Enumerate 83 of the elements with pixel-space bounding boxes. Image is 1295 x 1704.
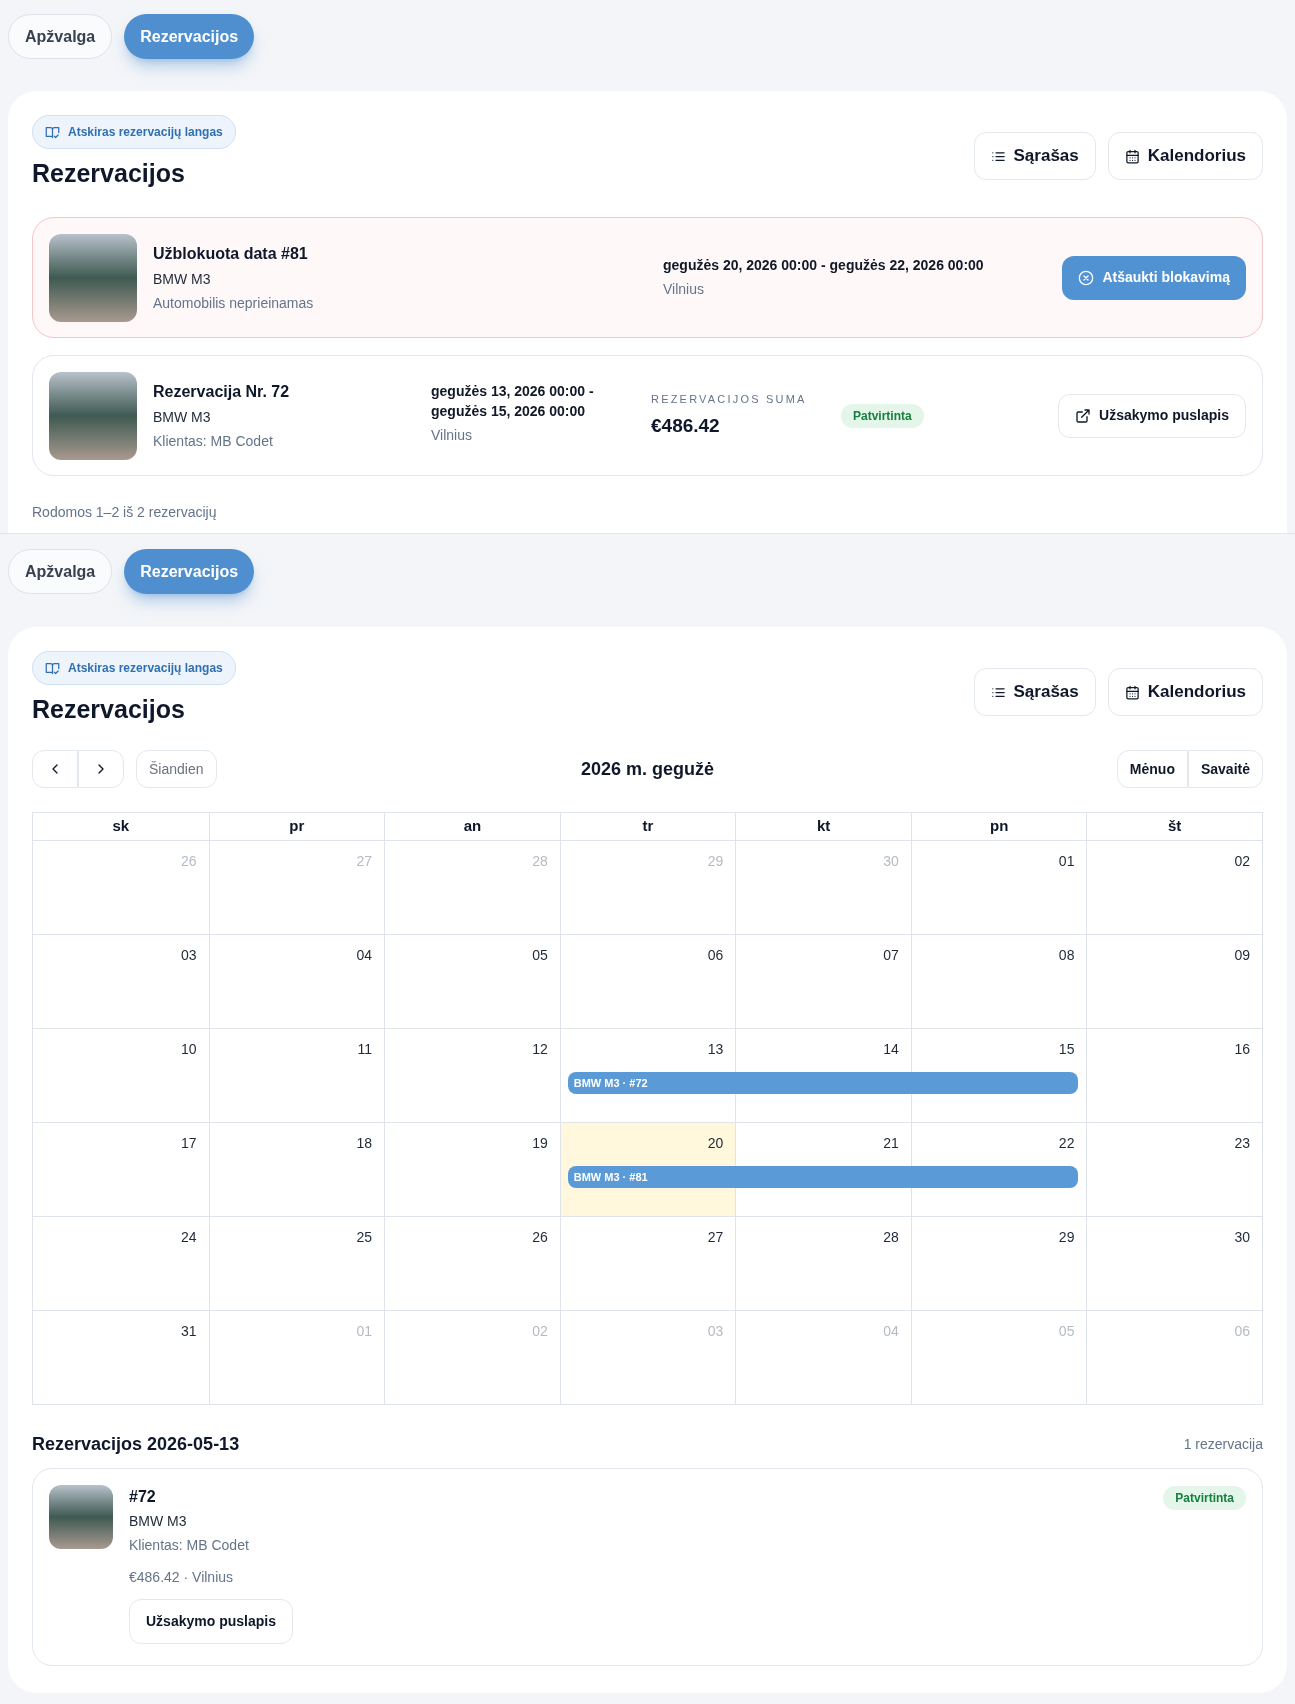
view-button[interactable]: Sąrašas bbox=[973, 132, 1096, 180]
day-number[interactable]: 13 bbox=[707, 1041, 724, 1057]
section-heading: Rezervacijos 2026-05-13 bbox=[32, 1433, 240, 1456]
client-name: Klientas: MB Codet bbox=[129, 1536, 250, 1555]
weekday-header: št bbox=[1086, 813, 1262, 840]
book-check-icon bbox=[45, 660, 60, 676]
view-button[interactable]: Sąrašas bbox=[973, 668, 1096, 716]
reservation-note: Klientas: MB Codet bbox=[153, 431, 274, 451]
view-mode-button[interactable]: Savaitė bbox=[1187, 750, 1263, 788]
amount: €486.42 bbox=[651, 413, 721, 438]
day-number[interactable]: 09 bbox=[1234, 947, 1250, 963]
location: Vilnius bbox=[431, 426, 473, 445]
tab[interactable]: Apžvalga bbox=[8, 14, 113, 59]
price-location: €486.42 · Vilnius bbox=[129, 1568, 235, 1587]
day-number[interactable]: 23 bbox=[1234, 1135, 1250, 1151]
results-count: Rodomos 1–2 iš 2 rezervacijų bbox=[32, 503, 218, 522]
day-number[interactable]: 24 bbox=[181, 1229, 197, 1245]
day-number[interactable]: 14 bbox=[883, 1041, 899, 1057]
close-circle-icon bbox=[1078, 269, 1095, 286]
day-number[interactable]: 22 bbox=[1058, 1135, 1075, 1151]
book-check-icon bbox=[45, 124, 60, 140]
day-number[interactable]: 15 bbox=[1058, 1041, 1075, 1057]
day-number[interactable]: 02 bbox=[1234, 853, 1250, 869]
view-mode-button[interactable]: Mėnuo bbox=[1116, 750, 1188, 788]
day-number[interactable]: 19 bbox=[532, 1135, 548, 1151]
day-number[interactable]: 17 bbox=[181, 1135, 197, 1151]
day-number[interactable]: 07 bbox=[883, 947, 899, 963]
car-name: BMW M3 bbox=[129, 1512, 188, 1531]
day-number[interactable]: 01 bbox=[1058, 853, 1075, 869]
day-number[interactable]: 29 bbox=[1058, 1229, 1075, 1245]
day-number[interactable]: 11 bbox=[357, 1041, 373, 1057]
reservation-title: Užblokuota data #81 bbox=[153, 243, 309, 264]
car-name: BMW M3 bbox=[153, 269, 212, 289]
day-number[interactable]: 18 bbox=[356, 1135, 373, 1151]
action-button[interactable]: Užsakymo puslapis bbox=[1058, 393, 1246, 438]
day-number[interactable]: 27 bbox=[707, 1229, 724, 1245]
day-number[interactable]: 26 bbox=[532, 1229, 548, 1245]
external-link-icon bbox=[1075, 407, 1092, 424]
page-title: Rezervacijos bbox=[32, 158, 186, 189]
tab[interactable]: Apžvalga bbox=[8, 549, 113, 594]
calendar-icon bbox=[1124, 684, 1140, 700]
reservation-title: Rezervacija Nr. 72 bbox=[153, 381, 291, 402]
date-range: gegužės 13, 2026 00:00 - gegužės 15, 2026 00:00 bbox=[431, 382, 595, 421]
amount-label: REZERVACIJOS SUMA bbox=[651, 392, 808, 407]
day-number[interactable]: 10 bbox=[181, 1041, 197, 1057]
order-page-button[interactable]: Užsakymo puslapis bbox=[129, 1599, 293, 1644]
day-number[interactable]: 30 bbox=[1234, 1229, 1250, 1245]
car-name: BMW M3 bbox=[153, 407, 212, 427]
status-badge: Patvirtinta bbox=[841, 403, 924, 428]
date-range: gegužės 20, 2026 00:00 - gegužės 22, 2026 00:00 bbox=[663, 256, 985, 275]
day-number[interactable]: 04 bbox=[356, 947, 373, 963]
weekday-header: an bbox=[384, 813, 560, 840]
day-number[interactable]: 28 bbox=[883, 1229, 899, 1245]
page-title: Rezervacijos bbox=[32, 694, 186, 725]
reservation-count: 1 rezervacija bbox=[1183, 1435, 1263, 1454]
day-number[interactable]: 06 bbox=[707, 947, 724, 963]
window-link[interactable]: Atskiras rezervacijų langas bbox=[32, 651, 236, 685]
day-number[interactable]: 20 bbox=[707, 1135, 724, 1151]
view-button[interactable]: Kalendorius bbox=[1107, 668, 1263, 716]
month-title: 2026 m. gegužė bbox=[580, 757, 715, 781]
day-number[interactable]: 31 bbox=[181, 1323, 197, 1339]
day-number[interactable]: 08 bbox=[1058, 947, 1075, 963]
window-link[interactable]: Atskiras rezervacijų langas bbox=[32, 115, 236, 149]
day-number[interactable]: 21 bbox=[883, 1135, 899, 1151]
next-button[interactable] bbox=[78, 750, 124, 788]
weekday-header: pn bbox=[910, 813, 1087, 840]
weekday-header: pr bbox=[208, 813, 385, 840]
day-number[interactable]: 16 bbox=[1234, 1041, 1250, 1057]
previous-button[interactable] bbox=[32, 750, 78, 788]
day-number[interactable]: 25 bbox=[356, 1229, 373, 1245]
calendar-icon bbox=[1124, 148, 1140, 164]
reservation-note: Automobilis neprieinamas bbox=[153, 293, 315, 313]
reservation-title: #72 bbox=[129, 1487, 157, 1507]
day-number[interactable]: 12 bbox=[532, 1041, 548, 1057]
day-number[interactable]: 05 bbox=[532, 947, 548, 963]
view-button[interactable]: Kalendorius bbox=[1107, 132, 1263, 180]
status-badge: Patvirtinta bbox=[1163, 1486, 1246, 1510]
weekday-header: sk bbox=[111, 816, 131, 837]
day-number[interactable]: 03 bbox=[181, 947, 197, 963]
photo-placeholder bbox=[49, 1485, 113, 1549]
location: Vilnius bbox=[663, 280, 705, 299]
weekday-header: kt bbox=[735, 813, 911, 840]
weekday-header: tr bbox=[559, 813, 736, 840]
